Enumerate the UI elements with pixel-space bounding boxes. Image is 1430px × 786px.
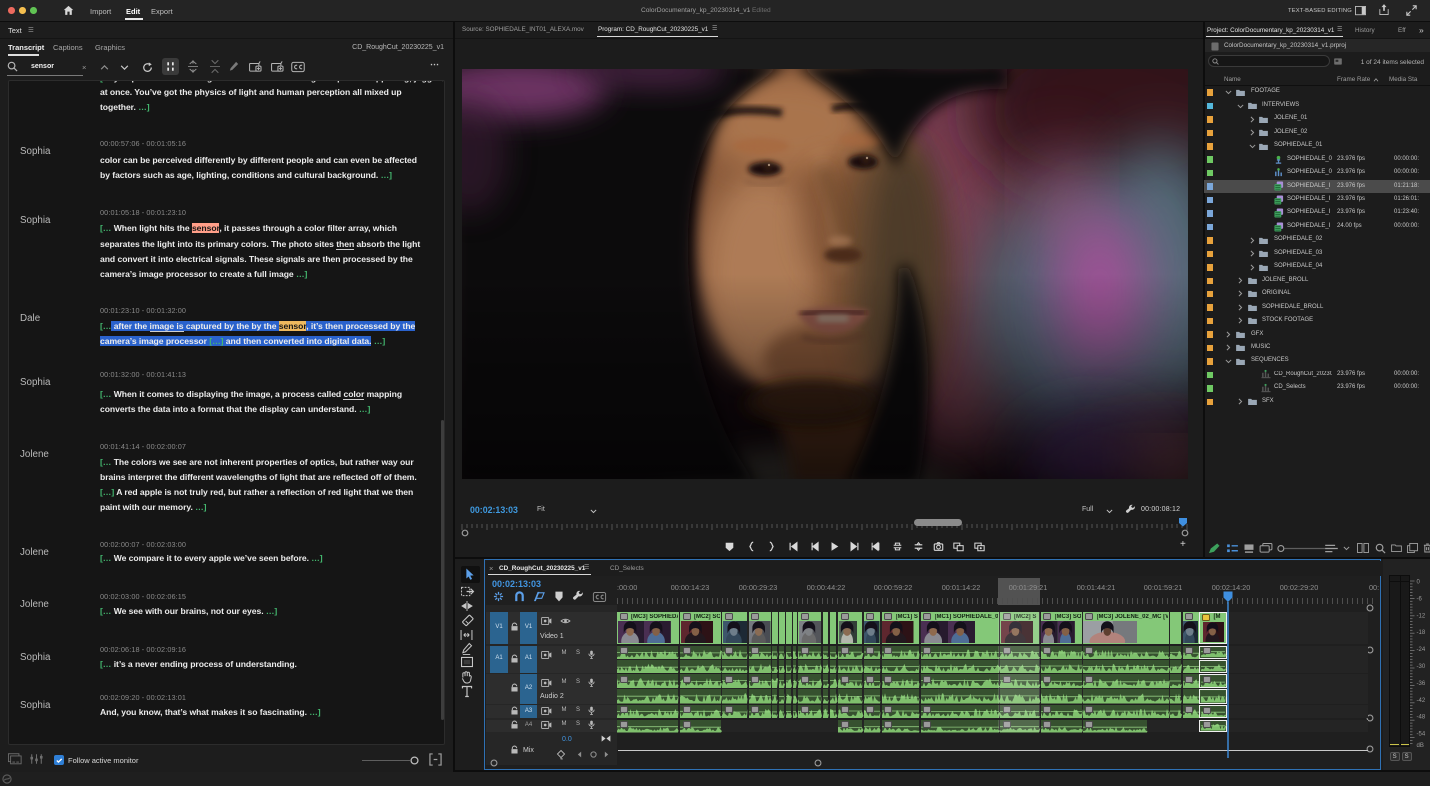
svg-text:-24: -24 <box>1417 647 1426 653</box>
svg-text:00:00:14:23: 00:00:14:23 <box>671 583 710 592</box>
svg-text:-42: -42 <box>1417 698 1426 704</box>
svg-text:dB: dB <box>1417 743 1424 749</box>
svg-text:00:02:29:20: 00:02:29:20 <box>1280 583 1319 592</box>
svg-text:-12: -12 <box>1417 613 1426 619</box>
svg-text:00:: 00: <box>1369 583 1379 592</box>
svg-text:00:00:29:23: 00:00:29:23 <box>739 583 778 592</box>
svg-text:-36: -36 <box>1417 681 1426 687</box>
svg-text:00:01:59:21: 00:01:59:21 <box>1144 583 1183 592</box>
svg-text:0: 0 <box>1417 580 1421 586</box>
svg-text:-6: -6 <box>1417 596 1423 602</box>
svg-text::00:00: :00:00 <box>617 583 637 592</box>
svg-text:00:01:14:22: 00:01:14:22 <box>942 583 981 592</box>
svg-text:-48: -48 <box>1417 715 1426 721</box>
svg-text:-30: -30 <box>1417 664 1426 670</box>
svg-text:00:00:59:22: 00:00:59:22 <box>874 583 913 592</box>
svg-text:00:00:44:22: 00:00:44:22 <box>807 583 846 592</box>
svg-text:-54: -54 <box>1417 732 1426 738</box>
svg-text:-18: -18 <box>1417 630 1426 636</box>
svg-text:00:01:29:21: 00:01:29:21 <box>1009 583 1048 592</box>
svg-text:00:01:44:21: 00:01:44:21 <box>1077 583 1116 592</box>
